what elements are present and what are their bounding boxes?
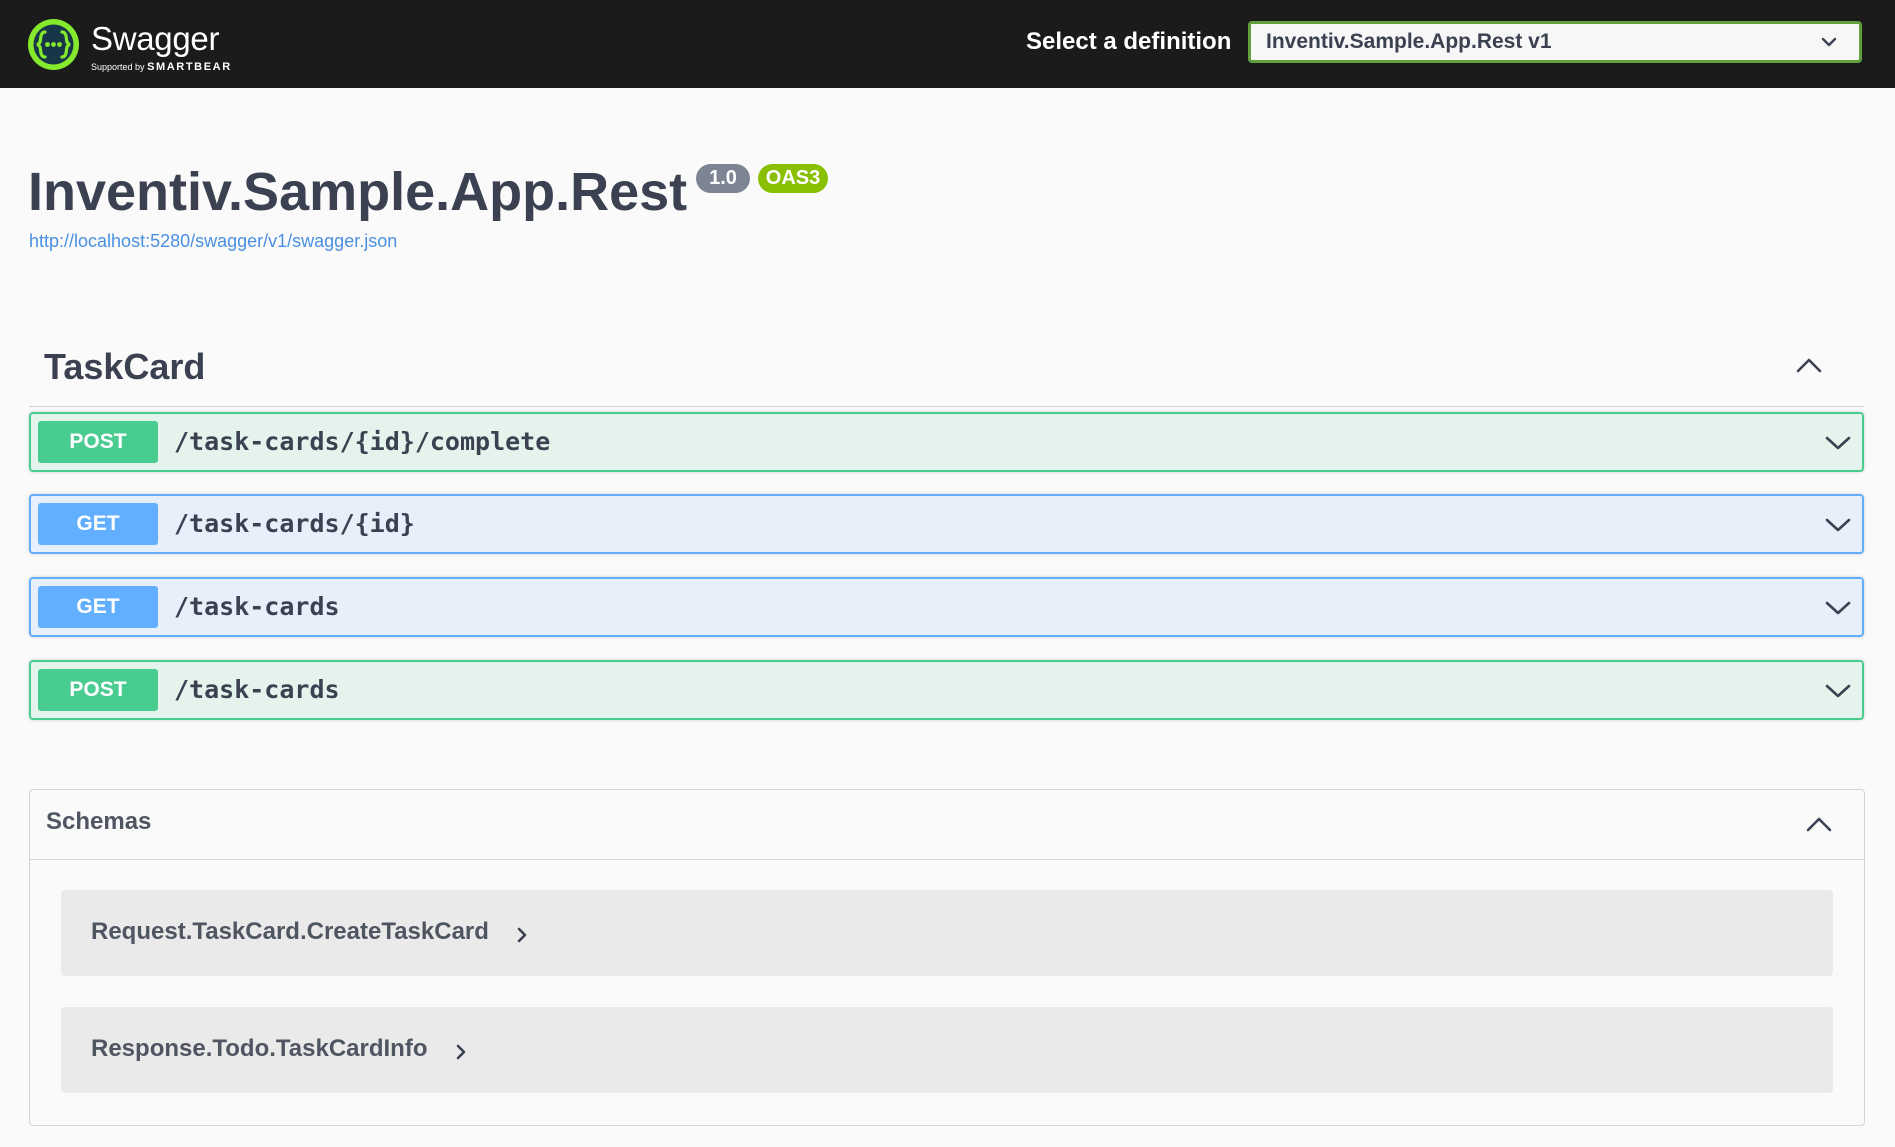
chevron-down-icon (1821, 37, 1837, 47)
schemas-title: Schemas (46, 808, 152, 835)
operation-path: /task-cards/{id}/complete (174, 427, 551, 456)
method-badge: GET (38, 586, 158, 628)
operation-post-task-cards[interactable]: POST /task-cards (29, 660, 1864, 720)
definition-select-value: Inventiv.Sample.App.Rest v1 (1266, 30, 1552, 53)
logo-subtitle: Supported by SMARTBEAR (91, 61, 232, 73)
method-badge: POST (38, 669, 158, 711)
operation-get-task-cards-id[interactable]: GET /task-cards/{id} (29, 494, 1864, 554)
operation-path: /task-cards (174, 675, 340, 704)
model-name: Request.TaskCard.CreateTaskCard (91, 918, 489, 945)
chevron-down-icon[interactable] (1824, 516, 1852, 534)
chevron-right-icon (517, 927, 527, 943)
model-request-taskcard-createtaskcard[interactable]: Request.TaskCard.CreateTaskCard (61, 890, 1833, 976)
method-badge: POST (38, 421, 158, 463)
swagger-logo-link[interactable]: Swagger Supported by SMARTBEAR (28, 12, 259, 76)
logo-name: Swagger (91, 20, 220, 57)
topbar: Swagger Supported by SMARTBEAR Select a … (0, 0, 1895, 88)
version-badge: 1.0 (696, 164, 750, 193)
operation-path: /task-cards/{id} (174, 509, 415, 538)
chevron-up-icon[interactable] (1794, 354, 1824, 376)
operation-path: /task-cards (174, 592, 340, 621)
schemas-section: Schemas Request.TaskCard.CreateTaskCard … (29, 789, 1865, 1126)
chevron-down-icon[interactable] (1824, 599, 1852, 617)
definition-label: Select a definition (1026, 28, 1232, 55)
chevron-down-icon[interactable] (1824, 682, 1852, 700)
logo-text: Swagger Supported by SMARTBEAR (89, 12, 259, 76)
operation-get-task-cards[interactable]: GET /task-cards (29, 577, 1864, 637)
method-badge: GET (38, 503, 158, 545)
tag-name: TaskCard (44, 346, 206, 387)
logo-sub-prefix: Supported by (91, 62, 145, 72)
logo-sub-brand: SMARTBEAR (147, 61, 232, 73)
operation-post-task-cards-id-complete[interactable]: POST /task-cards/{id}/complete (29, 412, 1864, 472)
api-title: Inventiv.Sample.App.Rest (28, 162, 688, 222)
model-response-todo-taskcardinfo[interactable]: Response.Todo.TaskCardInfo (61, 1007, 1833, 1093)
schemas-header[interactable]: Schemas (30, 790, 1864, 860)
swagger-logo-icon (28, 18, 79, 70)
tag-header-taskcard[interactable]: TaskCard (29, 340, 1864, 407)
chevron-right-icon (456, 1044, 466, 1060)
oas-badge: OAS3 (758, 164, 828, 193)
model-name: Response.Todo.TaskCardInfo (91, 1035, 428, 1062)
chevron-up-icon[interactable] (1804, 813, 1834, 835)
chevron-down-icon[interactable] (1824, 434, 1852, 452)
spec-url-link[interactable]: http://localhost:5280/swagger/v1/swagger… (29, 231, 397, 252)
definition-select[interactable]: Inventiv.Sample.App.Rest v1 (1248, 21, 1862, 63)
